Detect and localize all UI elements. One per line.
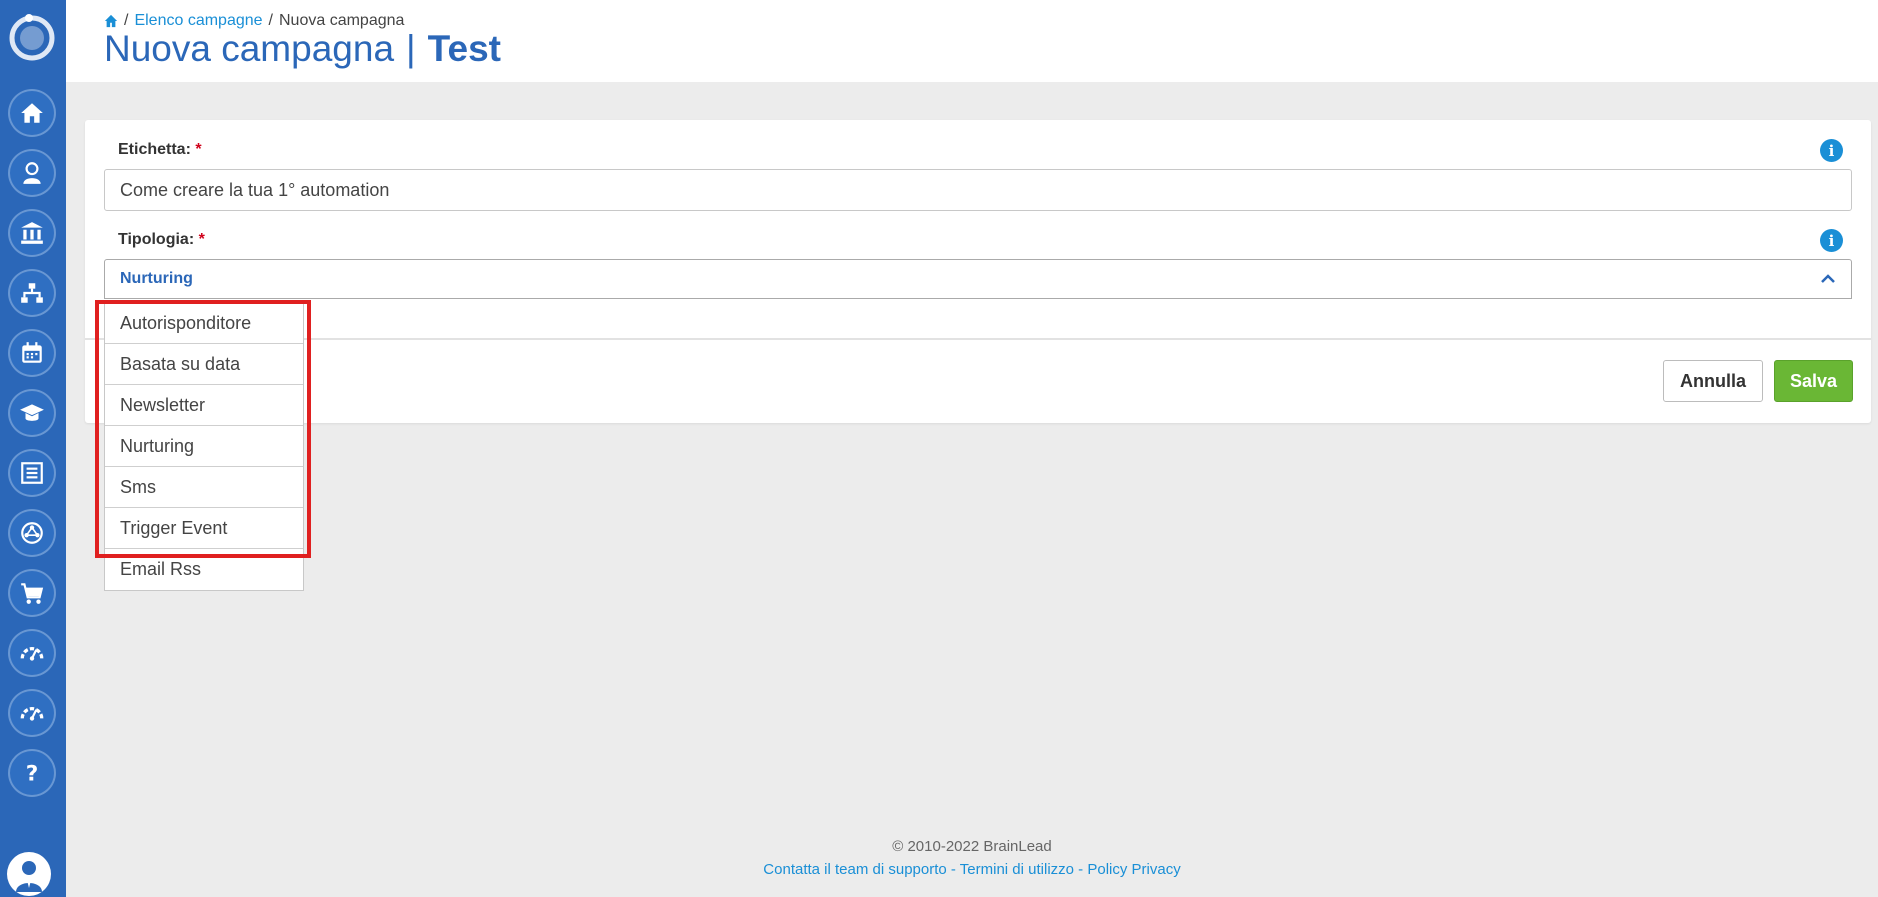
network-icon xyxy=(21,522,43,544)
type-field-label-text: Tipologia: xyxy=(118,231,195,248)
sidebar-contacts-button[interactable] xyxy=(8,149,56,197)
cancel-button[interactable]: Annulla xyxy=(1663,360,1763,402)
required-marker: * xyxy=(195,141,202,158)
dropdown-option-nurturing[interactable]: Nurturing xyxy=(105,426,303,467)
type-select-value: Nurturing xyxy=(120,270,193,287)
footer-link-support[interactable]: Contatta il team di supporto xyxy=(763,861,946,878)
calendar-icon xyxy=(22,342,42,363)
page-title-main: Nuova campagna xyxy=(104,28,395,69)
chevron-up-icon xyxy=(1821,274,1835,283)
required-marker: * xyxy=(198,231,205,248)
dropdown-option-email-rss[interactable]: Email Rss xyxy=(105,549,303,590)
user-avatar[interactable] xyxy=(7,852,51,896)
graduation-cap-icon xyxy=(20,404,44,421)
page-footer: © 2010-2022 BrainLead Contatta il team d… xyxy=(66,838,1878,878)
footer-link-terms[interactable]: Termini di utilizzo xyxy=(960,861,1074,878)
footer-dash: - xyxy=(946,861,960,878)
bank-icon xyxy=(21,222,43,244)
dropdown-option-sms[interactable]: Sms xyxy=(105,467,303,508)
type-dropdown-menu: Autorisponditore Basata su data Newslett… xyxy=(104,303,304,591)
dropdown-option-basata-su-data[interactable]: Basata su data xyxy=(105,344,303,385)
info-icon[interactable]: i xyxy=(1820,229,1843,252)
help-icon: ? xyxy=(26,762,39,786)
sidebar-structure-button[interactable] xyxy=(8,269,56,317)
sidebar-network-button[interactable] xyxy=(8,509,56,557)
sidebar: ? xyxy=(0,0,66,897)
label-field-label-text: Etichetta: xyxy=(118,141,191,158)
type-field-label: Tipologia: * xyxy=(118,231,205,249)
dropdown-option-autorisponditore[interactable]: Autorisponditore xyxy=(105,303,303,344)
person-icon xyxy=(23,162,41,184)
dropdown-option-newsletter[interactable]: Newsletter xyxy=(105,385,303,426)
user-avatar-icon xyxy=(16,861,42,892)
sidebar-calendar-button[interactable] xyxy=(8,329,56,377)
sidebar-home-button[interactable] xyxy=(8,89,56,137)
sidebar-analytics-button[interactable] xyxy=(8,689,56,737)
page-title-bold: Test xyxy=(427,28,501,69)
save-button[interactable]: Salva xyxy=(1774,360,1853,402)
dropdown-option-trigger-event[interactable]: Trigger Event xyxy=(105,508,303,549)
home-icon[interactable] xyxy=(104,14,118,28)
label-field-label: Etichetta: * xyxy=(118,141,202,159)
app-logo-icon[interactable] xyxy=(5,10,59,64)
footer-dash: - xyxy=(1074,861,1088,878)
sidebar-lists-button[interactable] xyxy=(8,449,56,497)
type-select[interactable]: Nurturing xyxy=(104,259,1852,299)
sidebar-ecommerce-button[interactable] xyxy=(8,569,56,617)
sidebar-reports-button[interactable] xyxy=(8,629,56,677)
sidebar-academy-button[interactable] xyxy=(8,389,56,437)
list-icon xyxy=(21,462,43,484)
svg-text:?: ? xyxy=(26,762,39,786)
gauge-icon xyxy=(20,647,44,661)
footer-link-privacy[interactable]: Policy Privacy xyxy=(1087,861,1180,878)
page-title-separator: | xyxy=(406,28,416,69)
footer-copyright: © 2010-2022 BrainLead xyxy=(892,838,1052,855)
sidebar-companies-button[interactable] xyxy=(8,209,56,257)
campaign-form-card: Etichetta: * i Tipologia: * i Nurturing … xyxy=(85,120,1871,423)
page-title: Nuova campagna | Test xyxy=(104,28,501,70)
gauge-icon xyxy=(20,707,44,721)
cart-icon xyxy=(21,583,44,604)
label-input[interactable] xyxy=(104,169,1852,211)
home-icon xyxy=(21,103,43,123)
sitemap-icon xyxy=(21,283,43,303)
footer-links: Contatta il team di supporto - Termini d… xyxy=(66,861,1878,878)
form-divider xyxy=(85,338,1871,340)
info-icon[interactable]: i xyxy=(1820,139,1843,162)
sidebar-help-button[interactable]: ? xyxy=(8,749,56,797)
page-header: / Elenco campagne / Nuova campagna Nuova… xyxy=(66,0,1878,82)
